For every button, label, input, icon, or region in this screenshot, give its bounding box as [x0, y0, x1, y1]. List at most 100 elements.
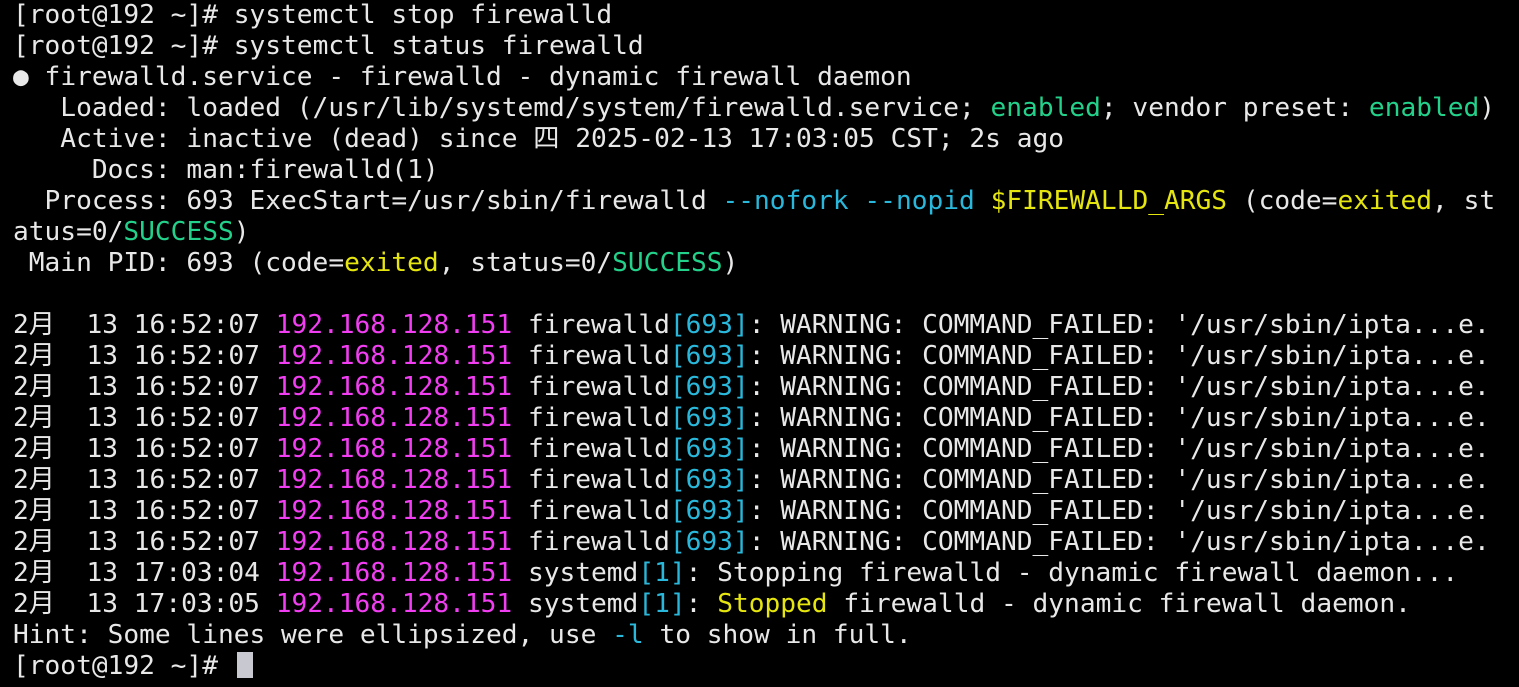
loaded-text: Loaded: loaded (/usr/lib/systemd/system/… — [13, 93, 991, 123]
process-space — [849, 186, 865, 216]
log-message: : WARNING: COMMAND_FAILED: '/usr/sbin/ip… — [748, 434, 1490, 464]
log-host: 192.168.128.151 — [275, 310, 513, 340]
log-pid: [1] — [638, 558, 686, 588]
hint-flag: -l — [612, 620, 644, 650]
service-title: firewalld.service - firewalld - dynamic … — [28, 62, 912, 92]
log-process: firewalld — [512, 310, 670, 340]
process-code-prefix: (code= — [1227, 186, 1338, 216]
command-text: systemctl status firewalld — [233, 31, 644, 61]
log-host: 192.168.128.151 — [275, 589, 513, 619]
log-message: : WARNING: COMMAND_FAILED: '/usr/sbin/ip… — [748, 310, 1490, 340]
prompt-line[interactable]: [root@192 ~]# — [13, 651, 1519, 682]
log-process: firewalld — [512, 434, 670, 464]
command-line: [root@192 ~]# systemctl status firewalld — [13, 31, 1519, 62]
log-pid: [693] — [669, 465, 749, 495]
log-host: 192.168.128.151 — [275, 372, 513, 402]
log-process: firewalld — [512, 527, 670, 557]
log-host: 192.168.128.151 — [275, 465, 513, 495]
log-message-prefix: : — [685, 589, 718, 619]
loaded-enabled: enabled — [990, 93, 1101, 123]
process-env-var: $FIREWALLD_ARGS — [990, 186, 1228, 216]
log-pid: [693] — [669, 403, 749, 433]
process-option-nofork: --nofork — [722, 186, 849, 216]
log-message: : WARNING: COMMAND_FAILED: '/usr/sbin/ip… — [748, 372, 1490, 402]
log-line: 2月 13 16:52:07 192.168.128.151 firewalld… — [13, 403, 1519, 434]
status-active-line: Active: inactive (dead) since 四 2025-02-… — [13, 124, 1064, 154]
log-date: 2月 13 16:52:07 — [13, 527, 276, 557]
log-host: 192.168.128.151 — [275, 403, 513, 433]
log-message: : WARNING: COMMAND_FAILED: '/usr/sbin/ip… — [748, 341, 1490, 371]
log-message-highlight: Stopped — [717, 589, 828, 619]
hint-line: Hint: Some lines were ellipsized, use -l… — [13, 620, 1519, 651]
log-host: 192.168.128.151 — [275, 558, 513, 588]
log-date: 2月 13 16:52:07 — [13, 310, 276, 340]
status-bullet-icon: ● — [13, 62, 29, 92]
loaded-mid: ; vendor preset: — [1100, 93, 1369, 123]
process-wrap-prefix: atus=0/ — [13, 217, 124, 247]
log-line: 2月 13 16:52:07 192.168.128.151 firewalld… — [13, 527, 1519, 558]
mainpid-prefix: Main PID: 693 (code= — [13, 248, 345, 278]
journal-log: 2月 13 16:52:07 192.168.128.151 firewalld… — [13, 310, 1519, 620]
log-line: 2月 13 16:52:07 192.168.128.151 firewalld… — [13, 372, 1519, 403]
shell-prompt: [root@192 ~]# — [13, 651, 234, 681]
log-pid: [693] — [669, 527, 749, 557]
log-message: : WARNING: COMMAND_FAILED: '/usr/sbin/ip… — [748, 465, 1490, 495]
command-text: systemctl stop firewalld — [233, 0, 613, 30]
process-prefix: Process: 693 ExecStart=/usr/sbin/firewal… — [13, 186, 723, 216]
mainpid-success: SUCCESS — [612, 248, 723, 278]
process-code-exited: exited — [1337, 186, 1433, 216]
log-message: : Stopping firewalld - dynamic firewall … — [685, 558, 1459, 588]
mainpid-code-exited: exited — [344, 248, 439, 278]
log-message: : WARNING: COMMAND_FAILED: '/usr/sbin/ip… — [748, 496, 1490, 526]
log-pid: [693] — [669, 434, 749, 464]
log-date: 2月 13 16:52:07 — [13, 465, 276, 495]
status-loaded-line: Loaded: loaded (/usr/lib/systemd/system/… — [13, 93, 1519, 124]
log-date: 2月 13 16:52:07 — [13, 434, 276, 464]
process-option-nopid: --nopid — [864, 186, 975, 216]
log-line: 2月 13 16:52:07 192.168.128.151 firewalld… — [13, 341, 1519, 372]
log-pid: [693] — [669, 496, 749, 526]
log-process: systemd — [512, 558, 639, 588]
log-host: 192.168.128.151 — [275, 434, 513, 464]
log-host: 192.168.128.151 — [275, 341, 513, 371]
shell-prompt: [root@192 ~]# — [13, 0, 234, 30]
command-line: [root@192 ~]# systemctl stop firewalld — [13, 0, 1519, 31]
log-host: 192.168.128.151 — [275, 496, 513, 526]
hint-prefix: Hint: Some lines were ellipsized, use — [13, 620, 613, 650]
shell-prompt: [root@192 ~]# — [13, 31, 234, 61]
status-header: ● firewalld.service - firewalld - dynami… — [13, 62, 1519, 93]
log-process: firewalld — [512, 465, 670, 495]
log-message: : WARNING: COMMAND_FAILED: '/usr/sbin/ip… — [748, 403, 1490, 433]
log-line: 2月 13 16:52:07 192.168.128.151 firewalld… — [13, 310, 1519, 341]
log-pid: [693] — [669, 341, 749, 371]
mainpid-suffix: ) — [722, 248, 739, 278]
log-message: firewalld - dynamic firewall daemon. — [827, 589, 1411, 619]
log-date: 2月 13 17:03:04 — [13, 558, 276, 588]
log-pid: [693] — [669, 310, 749, 340]
log-host: 192.168.128.151 — [275, 527, 513, 557]
log-date: 2月 13 17:03:05 — [13, 589, 276, 619]
hint-suffix: to show in full. — [643, 620, 912, 650]
cursor-block[interactable] — [236, 652, 253, 678]
log-date: 2月 13 16:52:07 — [13, 372, 276, 402]
process-wrap-suffix: ) — [233, 217, 250, 247]
mainpid-mid: , status=0/ — [438, 248, 613, 278]
log-line: 2月 13 17:03:04 192.168.128.151 systemd[1… — [13, 558, 1519, 589]
log-process: systemd — [512, 589, 639, 619]
log-date: 2月 13 16:52:07 — [13, 403, 276, 433]
log-process: firewalld — [512, 496, 670, 526]
status-mainpid-line: Main PID: 693 (code=exited, status=0/SUC… — [13, 248, 1519, 279]
log-process: firewalld — [512, 372, 670, 402]
vendor-preset-enabled: enabled — [1368, 93, 1480, 123]
loaded-suffix: ) — [1479, 93, 1496, 123]
log-pid: [1] — [638, 589, 686, 619]
status-process-line: Process: 693 ExecStart=/usr/sbin/firewal… — [13, 186, 1519, 217]
log-process: firewalld — [512, 403, 670, 433]
log-line: 2月 13 16:52:07 192.168.128.151 firewalld… — [13, 434, 1519, 465]
log-date: 2月 13 16:52:07 — [13, 341, 276, 371]
log-date: 2月 13 16:52:07 — [13, 496, 276, 526]
log-line: 2月 13 16:52:07 192.168.128.151 firewalld… — [13, 496, 1519, 527]
terminal-window[interactable]: [root@192 ~]# systemctl stop firewalld [… — [0, 0, 1519, 687]
status-process-wrap-line: atus=0/SUCCESS) — [13, 217, 1519, 248]
